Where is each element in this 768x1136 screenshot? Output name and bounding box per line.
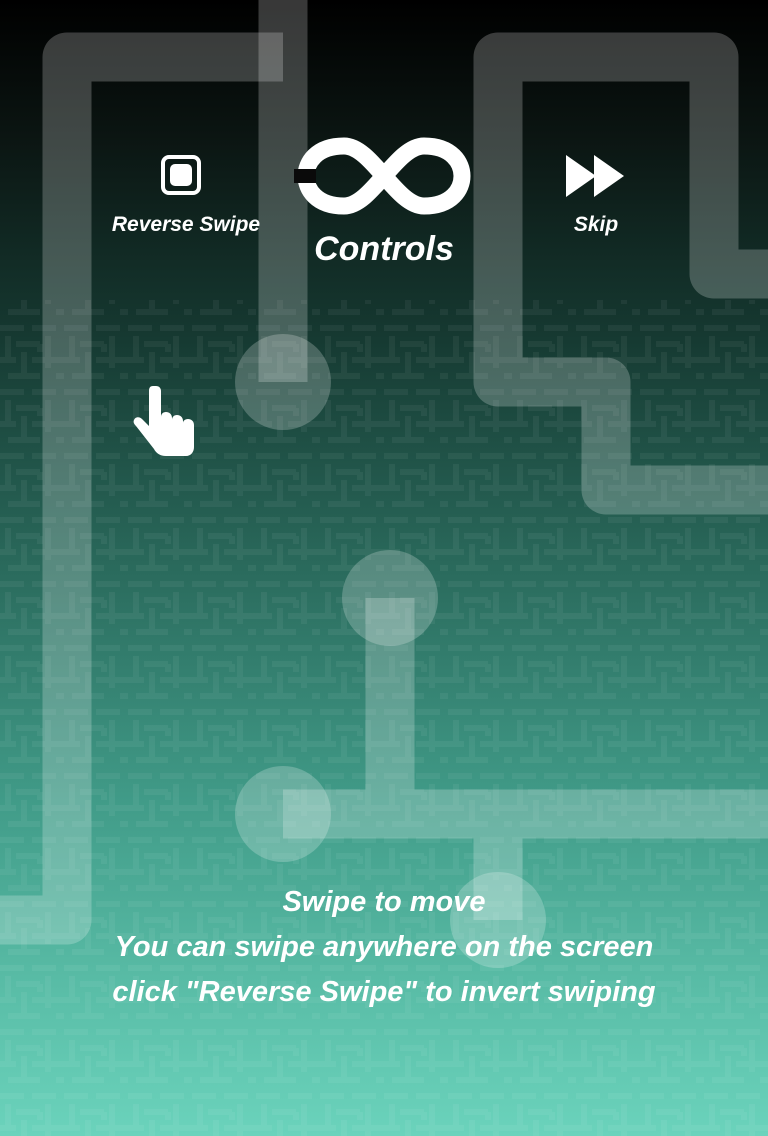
path-node — [342, 550, 438, 646]
instruction-line: click "Reverse Swipe" to invert swiping — [112, 976, 656, 1008]
infinity-icon — [294, 137, 471, 215]
instruction-line: Swipe to move — [282, 886, 486, 918]
lower-path — [283, 598, 768, 920]
path-node — [235, 334, 331, 430]
instruction-line: You can swipe anywhere on the screen — [114, 931, 654, 963]
page-title: Controls — [314, 230, 454, 268]
skip-label: Skip — [573, 213, 619, 236]
pointing-hand-icon — [133, 386, 194, 456]
fast-forward-icon — [566, 155, 624, 197]
instructions-text: Swipe to move You can swipe anywhere on … — [0, 880, 768, 1015]
stop-square-icon — [161, 155, 201, 195]
path-node — [235, 766, 331, 862]
right-path — [473, 32, 768, 515]
game-screen[interactable]: Reverse Swipe Controls Skip Swipe to mov… — [0, 0, 768, 1136]
